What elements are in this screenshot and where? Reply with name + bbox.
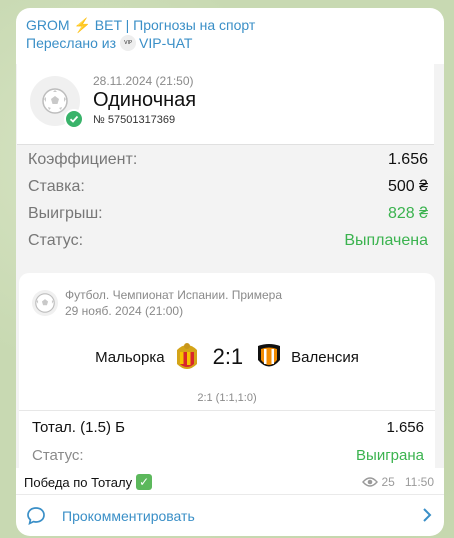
forwarded-prefix: Переслано из [26, 35, 117, 51]
winnings-row: Выигрыш: 828 ₴ [16, 200, 444, 227]
row-label: Выигрыш: [28, 204, 103, 222]
ticket-date: 28.11.2024 (21:50) [93, 74, 194, 88]
check-icon [64, 109, 84, 129]
match-line: Мальорка 2:1 Валенсия [19, 339, 435, 375]
row-value: 1.656 [387, 150, 428, 168]
lightning-icon: ⚡ [73, 17, 91, 33]
comment-label: Прокомментировать [62, 507, 195, 524]
divider [19, 410, 435, 411]
event-card: Футбол. Чемпионат Испании. Примера 29 но… [19, 273, 435, 468]
bet-card: 28.11.2024 (21:50) Одиночная № 575013173… [16, 64, 444, 468]
market-name: Тотал. (1.5) Б [32, 419, 125, 436]
coefficient-row: Коэффициент: 1.656 [16, 146, 444, 173]
comment-bubble-icon [27, 506, 45, 525]
views-eye-icon [361, 477, 378, 487]
views-count: 25 [381, 475, 395, 489]
match-score: 2:1 [212, 344, 244, 369]
chevron-right-icon [423, 508, 432, 522]
event-status-label: Статус: [32, 447, 84, 464]
ticket-number: № 57501317369 [93, 114, 176, 126]
ticket-header: 28.11.2024 (21:50) Одиночная № 575013173… [17, 64, 434, 145]
message-bubble[interactable]: GROM ⚡ BET | Прогнозы на спорт Переслано… [16, 8, 444, 536]
caption-text: Победа по Тоталу [24, 474, 133, 490]
message-header: GROM ⚡ BET | Прогнозы на спорт Переслано… [16, 8, 444, 52]
market-row: Тотал. (1.5) Б 1.656 [32, 419, 424, 436]
detailed-score: 2:1 (1:1,1:0) [197, 392, 257, 404]
market-odd: 1.656 [386, 419, 424, 436]
event-date: 29 нояб. 2024 (21:00) [65, 304, 184, 318]
message-time: 11:50 [404, 475, 434, 489]
event-league: Футбол. Чемпионат Испании. Примера [65, 288, 283, 302]
status-row: Статус: Выплачена [16, 227, 444, 254]
home-team: Мальорка [95, 348, 165, 366]
stake-row: Ставка: 500 ₴ [16, 173, 444, 200]
row-label: Коэффициент: [28, 150, 138, 168]
row-label: Ставка: [28, 177, 85, 195]
forwarded-from[interactable]: Переслано из VIP VIP-ЧАТ [26, 34, 434, 52]
mallorca-crest-icon [176, 343, 197, 369]
away-team: Валенсия [291, 348, 359, 366]
ticket-type: Одиночная [93, 89, 197, 111]
status-badge: Выплачена [344, 231, 428, 249]
message-meta: 25 11:50 [361, 475, 434, 489]
row-label: Статус: [28, 231, 84, 249]
forwarded-source[interactable]: VIP-ЧАТ [139, 34, 192, 52]
event-status-row: Статус: Выиграна [32, 447, 424, 464]
football-icon [32, 290, 58, 316]
row-value: 500 ₴ [387, 177, 428, 195]
comment-button[interactable]: Прокомментировать [16, 494, 444, 536]
vip-avatar-icon: VIP [120, 35, 137, 51]
bet-summary: Коэффициент: 1.656 Ставка: 500 ₴ Выигрыш… [16, 146, 444, 254]
valencia-crest-icon [258, 344, 281, 367]
check-mark-icon: ✓ [136, 474, 153, 490]
event-status-badge: Выиграна [356, 447, 424, 464]
row-value: 828 ₴ [387, 204, 428, 222]
channel-name[interactable]: GROM ⚡ BET | Прогнозы на спорт [26, 16, 434, 34]
